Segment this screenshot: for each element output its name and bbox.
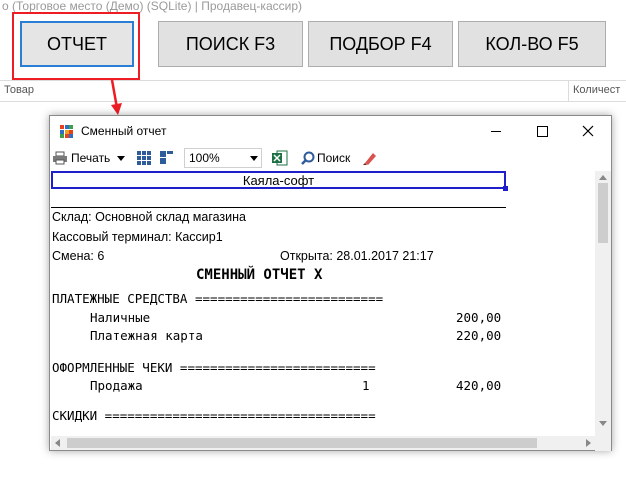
- zoom-select[interactable]: 100%: [184, 148, 262, 168]
- app-grid-icon: [60, 125, 73, 138]
- shift-report-dialog: Сменный отчет Печать 100% Поиск Каяла-со…: [49, 115, 612, 451]
- vertical-scrollbar[interactable]: [595, 171, 611, 451]
- payment-amount: 200,00: [456, 310, 502, 325]
- resize-handle[interactable]: [503, 186, 508, 191]
- company-name: Каяла-софт: [242, 173, 315, 188]
- check-amount: 420,00: [456, 378, 502, 393]
- report-toolbar: Печать 100% Поиск: [50, 146, 611, 171]
- payment-amount: 220,00: [456, 328, 502, 343]
- vertical-scroll-thumb[interactable]: [598, 183, 608, 243]
- minimize-button[interactable]: [473, 116, 519, 146]
- scroll-up-icon[interactable]: [599, 175, 607, 180]
- page-layout-icon: [160, 151, 173, 164]
- scroll-down-icon[interactable]: [599, 421, 607, 426]
- print-dropdown-button[interactable]: [117, 149, 125, 167]
- excel-icon: [272, 150, 288, 166]
- warehouse-line: Склад: Основной склад магазина: [52, 210, 246, 224]
- find-button[interactable]: Поиск: [301, 149, 350, 167]
- print-button[interactable]: Печать: [52, 149, 110, 167]
- payment-label: Наличные: [90, 310, 151, 325]
- report-preview: Каяла-софт Склад: Основной склад магазин…: [51, 171, 595, 436]
- search-icon: [301, 151, 315, 165]
- zoom-value: 100%: [189, 151, 220, 165]
- opened-line: Открыта: 28.01.2017 21:17: [280, 249, 434, 263]
- zoom-chevron-down-icon: [250, 156, 258, 161]
- horizontal-scroll-thumb[interactable]: [67, 438, 537, 448]
- chevron-down-icon: [117, 155, 125, 161]
- close-icon: [582, 125, 594, 137]
- close-button[interactable]: [565, 116, 611, 146]
- terminal-line: Кассовый терминал: Кассир1: [52, 230, 223, 244]
- multi-page-button[interactable]: [137, 149, 151, 167]
- scroll-left-icon[interactable]: [55, 439, 60, 447]
- find-label: Поиск: [317, 151, 351, 165]
- check-label: Продажа: [90, 378, 143, 393]
- horizontal-scrollbar[interactable]: [51, 436, 595, 450]
- discounts-header: СКИДКИ =================================…: [52, 408, 376, 423]
- maximize-button[interactable]: [519, 116, 565, 146]
- multi-page-icon: [137, 151, 151, 165]
- print-label: Печать: [71, 151, 111, 165]
- header-divider: [51, 207, 506, 208]
- export-excel-button[interactable]: [272, 149, 288, 167]
- checks-header: ОФОРМЛЕННЫЕ ЧЕКИ =======================…: [52, 360, 376, 375]
- payments-header: ПЛАТЕЖНЫЕ СРЕДСТВА =====================…: [52, 291, 384, 306]
- maximize-icon: [536, 125, 548, 137]
- dialog-titlebar[interactable]: Сменный отчет: [50, 116, 611, 146]
- marker-icon: [363, 153, 376, 165]
- payment-label: Платежная карта: [90, 328, 203, 343]
- minimize-icon: [491, 130, 501, 132]
- printer-icon: [53, 151, 67, 165]
- page-layout-button[interactable]: [160, 149, 174, 167]
- company-header-box[interactable]: Каяла-софт: [51, 171, 506, 189]
- report-heading: СМЕННЫЙ ОТЧЕТ Х: [196, 267, 323, 283]
- shift-line: Смена: 6: [52, 249, 105, 263]
- highlight-button[interactable]: [362, 149, 378, 167]
- scroll-right-icon[interactable]: [586, 439, 591, 447]
- dialog-title: Сменный отчет: [81, 124, 167, 138]
- check-count: 1: [362, 378, 370, 393]
